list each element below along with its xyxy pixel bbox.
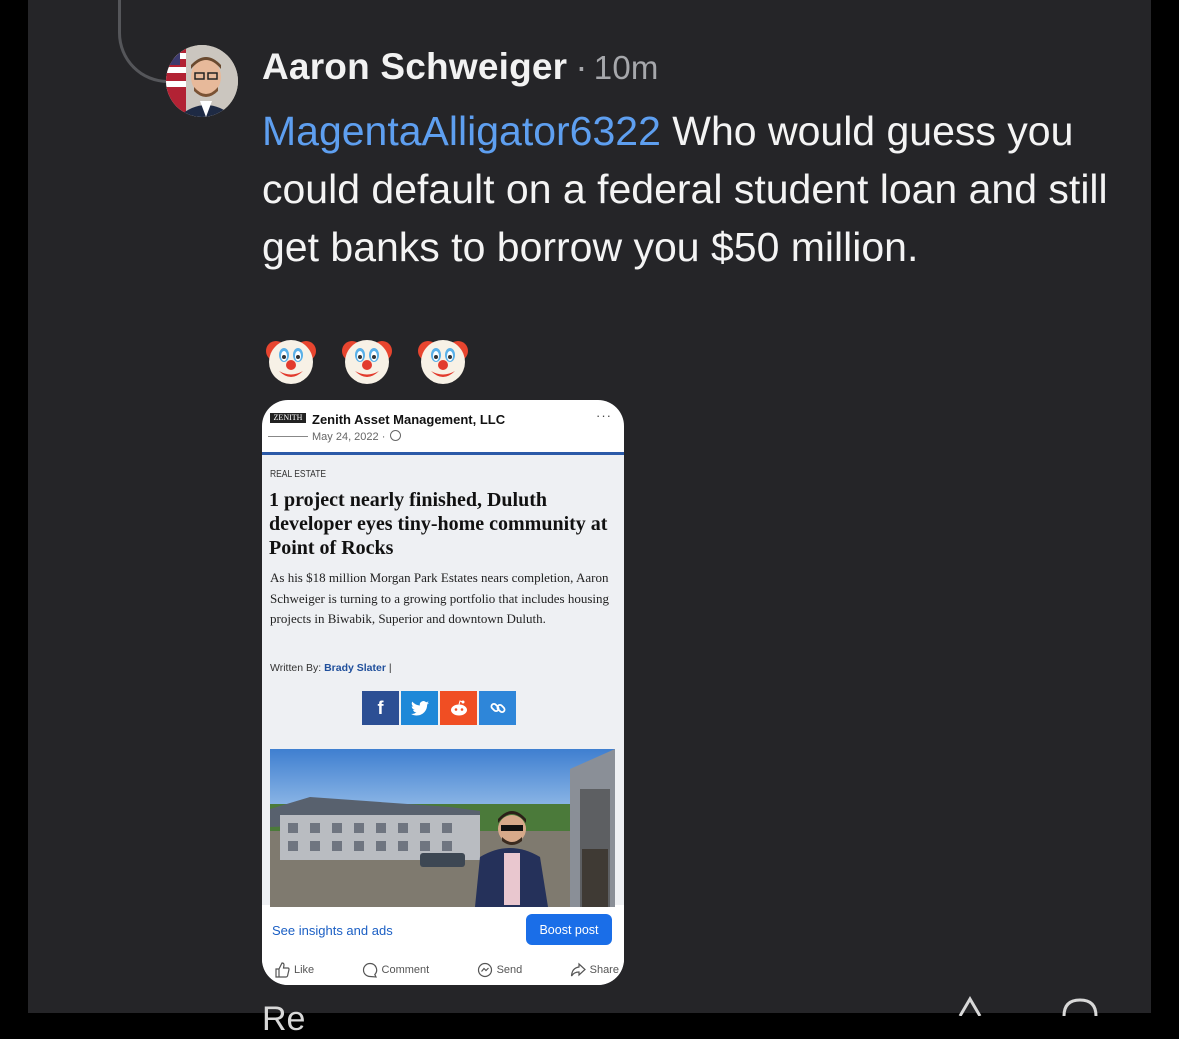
clown-face-icon: [342, 340, 392, 384]
avatar[interactable]: [166, 45, 238, 117]
timestamp: 10m: [593, 49, 659, 86]
article-summary: As his $18 million Morgan Park Estates n…: [270, 570, 610, 626]
article-kicker: REAL ESTATE: [270, 469, 327, 480]
footer-actions: [950, 996, 1100, 1016]
post-date: May 24, 2022 ·: [312, 430, 402, 443]
see-insights-link: See insights and ads: [272, 923, 393, 938]
comment-header: Aaron Schweiger · 10m: [262, 46, 659, 88]
emoji-row: [264, 333, 470, 387]
share-arrow-icon: [570, 962, 586, 977]
separator: ·: [575, 46, 588, 87]
comment-body: MagentaAlligator6322 Who would guess you…: [262, 102, 1142, 276]
share-buttons: f: [362, 691, 516, 725]
page-name: Zenith Asset Management, LLC: [312, 412, 506, 427]
embedded-screenshot[interactable]: ZENITH Zenith Asset Management, LLC May …: [262, 400, 624, 985]
clown-face-icon: [266, 340, 316, 384]
more-options-icon: ···: [596, 408, 612, 423]
link-icon: [479, 691, 516, 725]
post-actions: Like Comment Send Share: [274, 962, 619, 978]
send-action: Send: [477, 962, 522, 978]
twitter-icon: [401, 691, 438, 725]
article-byline: Written By: Brady Slater |: [270, 662, 392, 674]
author-name[interactable]: Aaron Schweiger: [262, 46, 567, 87]
article-preview: REAL ESTATE 1 project nearly finished, D…: [262, 452, 624, 907]
clown-face-icon: [418, 340, 468, 384]
comment-bubble-icon: [362, 962, 377, 978]
thumbs-up-icon: [275, 962, 290, 978]
globe-icon: [390, 430, 402, 441]
comment-action: Comment: [362, 962, 429, 978]
messenger-icon: [477, 962, 492, 978]
reddit-icon: [440, 691, 477, 725]
avatar-image: [166, 45, 238, 117]
article-headline: 1 project nearly finished, Duluth develo…: [269, 489, 608, 559]
comment-icon[interactable]: [1060, 996, 1100, 1016]
share-action: Share: [570, 962, 619, 978]
article-photo: [270, 749, 615, 907]
facebook-icon: f: [362, 691, 399, 725]
page-logo: ZENITH: [268, 410, 308, 437]
post-footer: See insights and ads Boost post Like Com…: [262, 907, 624, 985]
boost-post-button: Boost post: [526, 914, 612, 945]
reply-button[interactable]: Re: [262, 1000, 305, 1039]
upvote-icon[interactable]: [950, 996, 990, 1016]
like-action: Like: [274, 962, 314, 978]
user-mention[interactable]: MagentaAlligator6322: [262, 108, 661, 154]
